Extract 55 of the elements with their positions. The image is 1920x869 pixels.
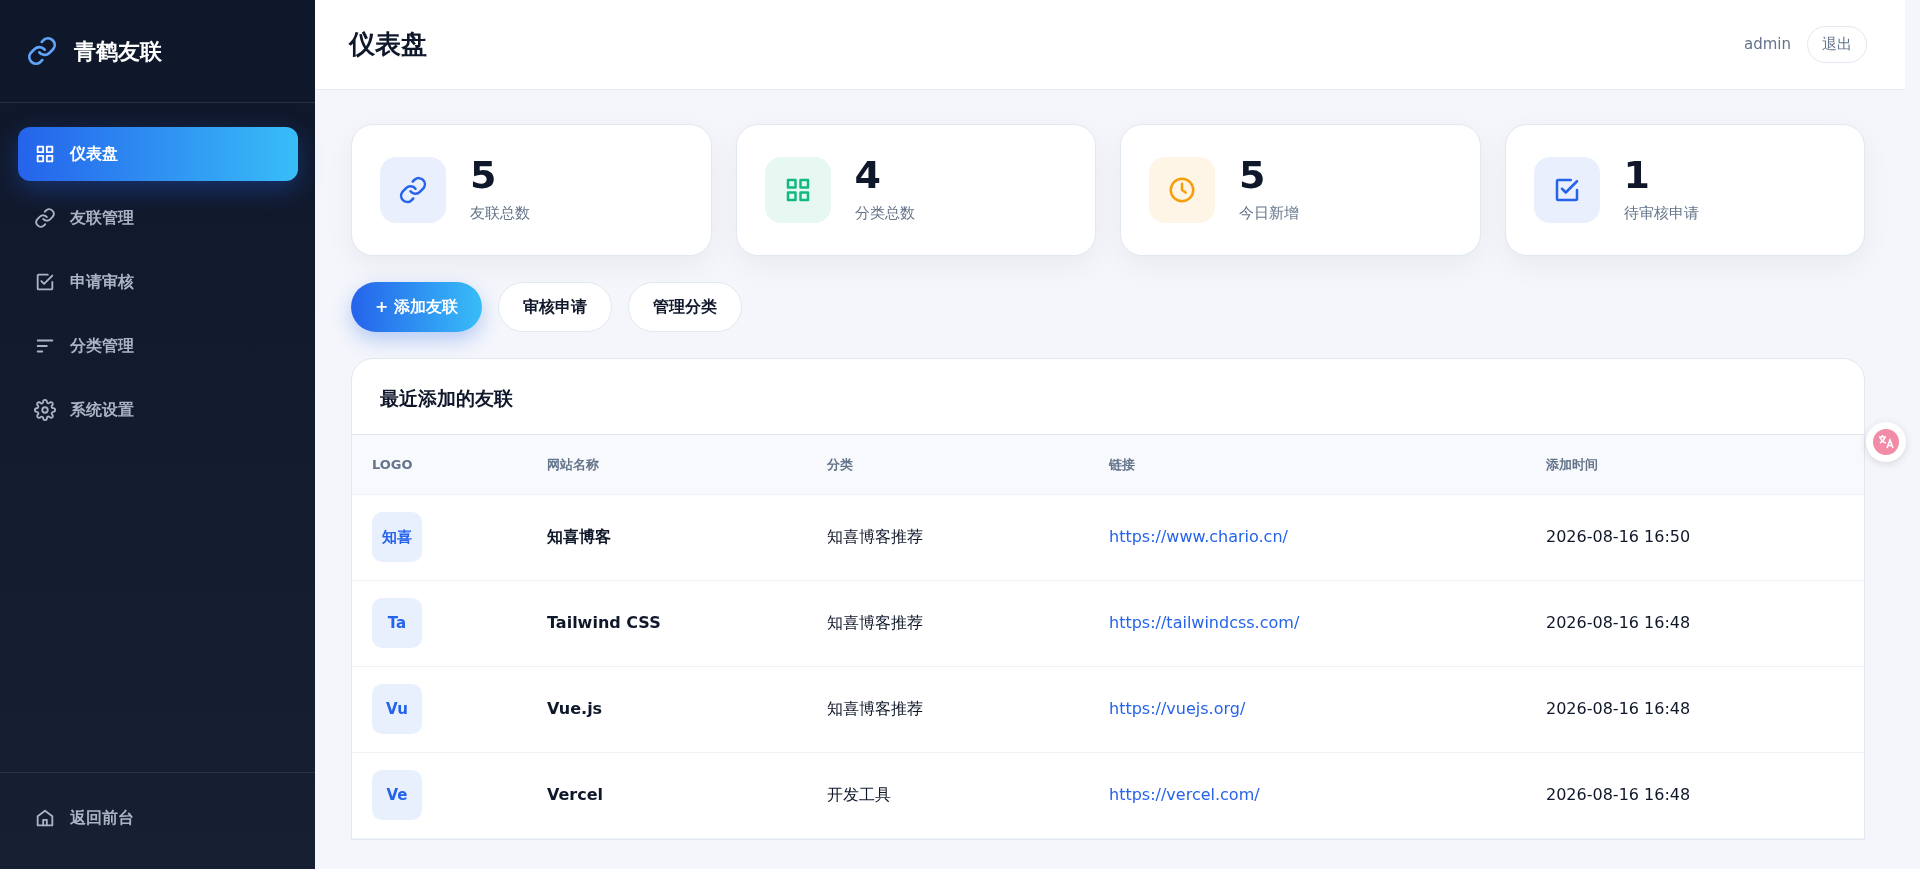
added-time: 2026-08-16 16:50 <box>1546 527 1691 547</box>
logo-tile: Ve <box>372 770 422 821</box>
translate-button[interactable] <box>1866 422 1906 462</box>
sidebar-item[interactable]: 申请审核 <box>18 255 298 309</box>
username: admin <box>1744 34 1791 56</box>
clock-icon <box>1167 175 1197 205</box>
logout-button[interactable]: 退出 <box>1807 26 1867 63</box>
logo-tile: Vu <box>372 684 422 735</box>
sidebar-item[interactable]: 仪表盘 <box>18 127 298 181</box>
site-name: Vue.js <box>547 699 603 719</box>
stat-label: 待审核申请 <box>1623 202 1699 224</box>
site-name: 知喜博客 <box>547 527 611 547</box>
link-icon <box>26 35 58 67</box>
column-header: 分类 <box>827 456 853 472</box>
site-name: Tailwind CSS <box>547 613 661 633</box>
card-title: 最近添加的友联 <box>352 359 1864 435</box>
grid-icon <box>34 143 56 165</box>
settings-icon <box>34 399 56 421</box>
link-icon <box>34 207 56 229</box>
stat-label: 友联总数 <box>470 202 530 224</box>
added-time: 2026-08-16 16:48 <box>1546 785 1691 805</box>
brand-title: 青鹤友联 <box>74 37 162 66</box>
column-header: 网站名称 <box>547 456 599 472</box>
home-icon <box>34 807 56 829</box>
site-name: Vercel <box>547 785 604 805</box>
link-icon <box>398 175 428 205</box>
sidebar-item[interactable]: 系统设置 <box>18 383 298 437</box>
sidebar-item[interactable]: 返回前台 <box>18 791 298 845</box>
logo-tile: Ta <box>372 598 422 649</box>
category-text: 知喜博客推荐 <box>827 527 923 547</box>
action-button[interactable]: 审核申请 <box>498 282 612 332</box>
stat-label: 分类总数 <box>854 202 915 224</box>
added-time: 2026-08-16 16:48 <box>1546 699 1691 719</box>
stat-value: 1 <box>1623 155 1651 194</box>
column-header: LOGO <box>372 456 413 472</box>
category-text: 开发工具 <box>827 785 891 805</box>
site-link[interactable]: https://tailwindcss.com/ <box>1109 613 1300 633</box>
site-link[interactable]: https://vercel.com/ <box>1109 785 1260 805</box>
column-header: 添加时间 <box>1546 456 1598 472</box>
site-link[interactable]: https://vuejs.org/ <box>1109 699 1246 719</box>
stat-value: 4 <box>854 155 882 194</box>
logo-tile: 知喜 <box>372 512 422 563</box>
stat-value: 5 <box>470 155 498 194</box>
site-link[interactable]: https://www.chario.cn/ <box>1109 527 1288 547</box>
category-text: 知喜博客推荐 <box>827 613 923 633</box>
added-time: 2026-08-16 16:48 <box>1546 613 1691 633</box>
column-header: 链接 <box>1109 456 1135 472</box>
stat-label: 今日新增 <box>1239 202 1299 224</box>
stat-value: 5 <box>1239 155 1267 194</box>
checkbox-icon <box>34 271 56 293</box>
action-button[interactable]: 管理分类 <box>628 282 742 332</box>
page-title: 仪表盘 <box>349 28 427 61</box>
category-text: 知喜博客推荐 <box>827 699 923 719</box>
sidebar-item[interactable]: 分类管理 <box>18 319 298 373</box>
sidebar-item[interactable]: 友联管理 <box>18 191 298 245</box>
